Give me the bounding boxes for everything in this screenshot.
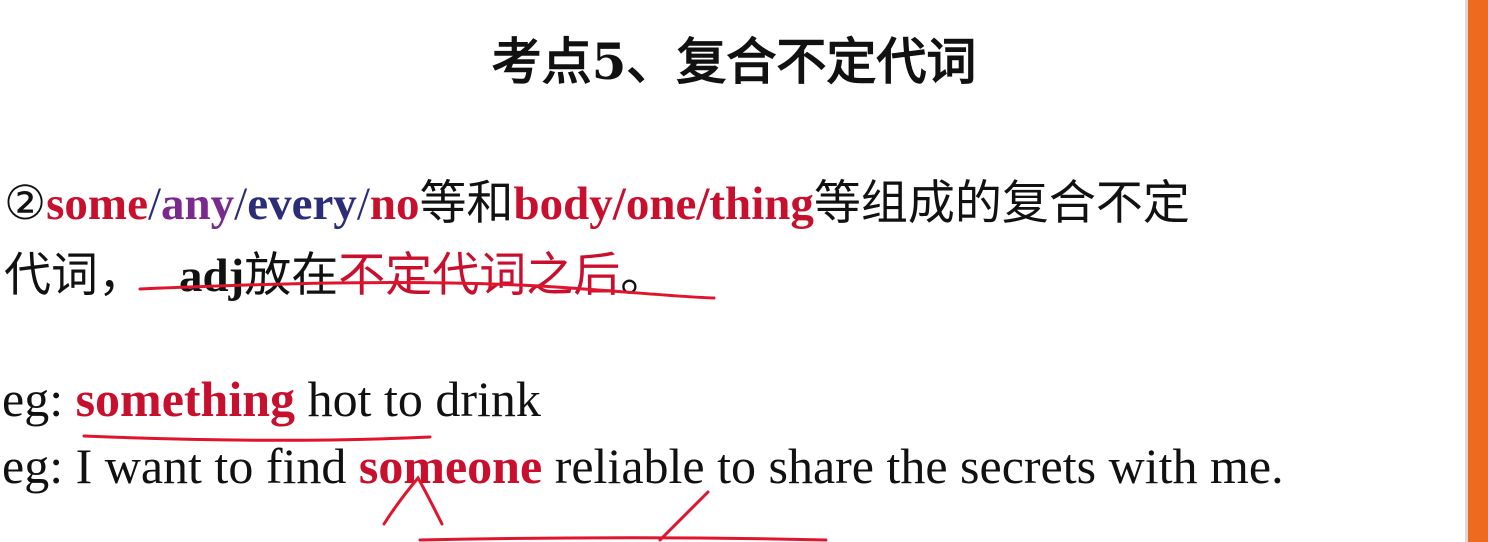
rule-text-rest: 等组成的复合不定	[813, 176, 1190, 231]
slide-title: 考点5、复合不定代词	[491, 32, 977, 91]
period: 。	[620, 248, 668, 303]
word-some: some	[46, 178, 148, 230]
example-rest: hot to drink	[295, 371, 541, 427]
slide: 考点5、复合不定代词 ②some/any/every/no等和body/one/…	[0, 0, 1468, 542]
underline-reliable	[418, 536, 828, 542]
accent-bar	[1468, 0, 1488, 542]
rule-line-1: ②some/any/every/no等和body/one/thing等组成的复合…	[4, 164, 1190, 233]
slash: /	[234, 178, 248, 230]
example-rest: reliable to share the secrets with me.	[542, 438, 1284, 494]
slash: /	[147, 178, 162, 230]
connector-text: 等和	[419, 176, 514, 231]
word-placed: 放在	[244, 248, 339, 303]
example-prefix: eg:	[2, 371, 76, 427]
word-any: any	[161, 178, 235, 230]
circled-number-2: ②	[4, 176, 47, 231]
example-prefix: eg: I want to find	[2, 438, 359, 494]
rule-line-2: 代词， adj放在不定代词之后。	[4, 236, 667, 305]
word-every: every	[247, 178, 357, 230]
slash: /	[356, 178, 370, 230]
example-keyword-something: something	[75, 371, 296, 427]
position-phrase: 不定代词之后	[338, 248, 621, 303]
rule-line-2-prefix: 代词，	[4, 248, 145, 303]
word-no: no	[369, 178, 420, 230]
arrow-stroke	[658, 490, 710, 542]
example-keyword-someone: someone	[358, 438, 543, 494]
example-2: eg: I want to find someone reliable to s…	[2, 437, 1284, 495]
word-roots: body/one/thing	[513, 178, 814, 230]
example-1: eg: something hot to drink	[2, 370, 541, 428]
word-adj: adj	[179, 250, 245, 302]
